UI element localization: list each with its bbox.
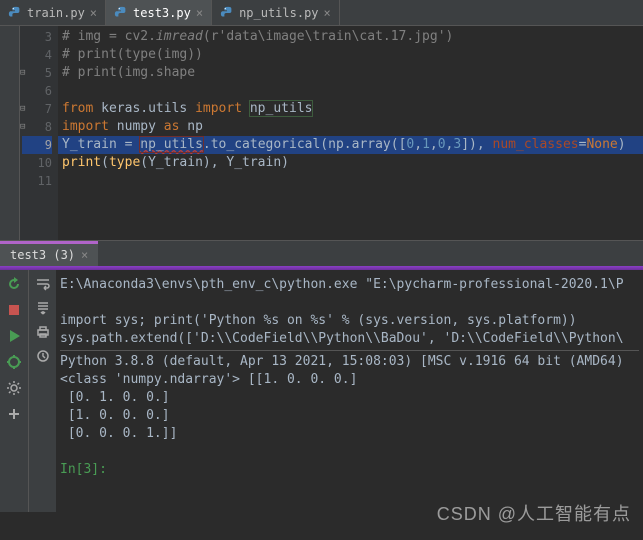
python-icon [220, 6, 234, 20]
console-tab[interactable]: test3 (3)× [0, 241, 98, 266]
tab-label: np_utils.py [239, 6, 318, 20]
run-icon[interactable] [6, 328, 22, 344]
close-icon[interactable]: × [196, 6, 203, 20]
close-icon[interactable]: × [81, 248, 88, 262]
close-icon[interactable]: × [90, 6, 97, 20]
tab-test3[interactable]: test3.py × [106, 0, 212, 25]
console-tabs: test3 (3)× [0, 240, 643, 266]
console-panel: E:\Anaconda3\envs\pth_env_c\python.exe "… [0, 270, 643, 512]
soft-wrap-icon[interactable] [35, 276, 51, 292]
python-icon [8, 6, 22, 20]
tab-train[interactable]: train.py × [0, 0, 106, 25]
run-toolbar [0, 270, 28, 512]
gutter: 3 4 ⊟5 6 ⊟7 ⊟8 9 10 11 [20, 26, 58, 240]
print-icon[interactable] [35, 324, 51, 340]
tab-nputils[interactable]: np_utils.py × [212, 0, 340, 25]
code-area[interactable]: # img = cv2.imread(r'data\image\train\ca… [58, 26, 643, 240]
watermark: CSDN @人工智能有点 [437, 500, 631, 526]
fold-icon[interactable]: ⊟ [20, 64, 25, 82]
editor-tabs: train.py × test3.py × np_utils.py × [0, 0, 643, 26]
fold-icon[interactable]: ⊟ [20, 100, 25, 118]
debug-icon[interactable] [6, 354, 22, 370]
python-icon [114, 6, 128, 20]
current-line: Y_train = np_utils.to_categorical(np.arr… [58, 136, 643, 154]
settings-icon[interactable] [6, 380, 22, 396]
stop-icon[interactable] [6, 302, 22, 318]
rerun-icon[interactable] [6, 276, 22, 292]
left-toolwindow-bar[interactable] [0, 26, 20, 240]
history-icon[interactable] [35, 348, 51, 364]
console-output[interactable]: E:\Anaconda3\envs\pth_env_c\python.exe "… [56, 270, 643, 512]
output-toolbar [28, 270, 56, 512]
tab-label: test3.py [133, 6, 191, 20]
fold-icon[interactable]: ⊟ [20, 118, 25, 136]
scroll-to-end-icon[interactable] [35, 300, 51, 316]
editor: 3 4 ⊟5 6 ⊟7 ⊟8 9 10 11 # img = cv2.imrea… [0, 26, 643, 240]
new-console-icon[interactable] [6, 406, 22, 422]
tab-label: train.py [27, 6, 85, 20]
close-icon[interactable]: × [324, 6, 331, 20]
input-prompt[interactable]: In[3]: [60, 462, 107, 477]
